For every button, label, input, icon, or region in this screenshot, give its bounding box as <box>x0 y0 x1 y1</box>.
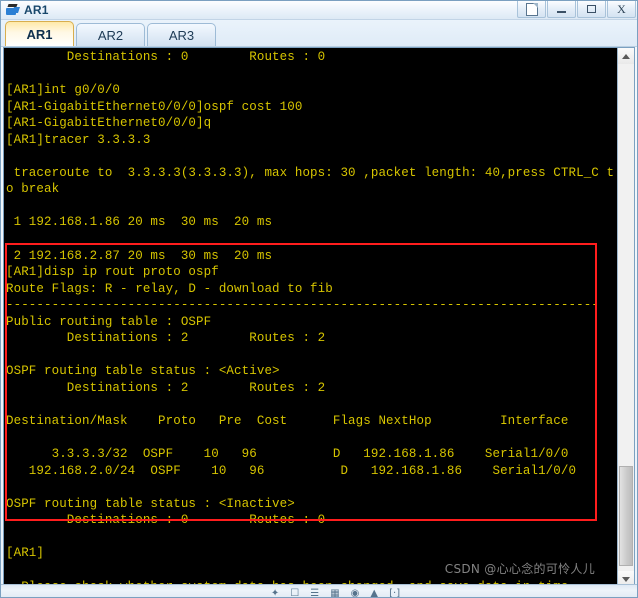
terminal-line: [AR1]int g0/0/0 <box>6 83 121 98</box>
terminal-line: Destinations : 2 Routes : 2 <box>6 331 326 346</box>
terminal-line: Destination/Mask Proto Pre Cost Flags Ne… <box>6 414 569 429</box>
globe-icon[interactable]: ◉ <box>351 589 360 598</box>
tab-label: AR2 <box>97 27 124 43</box>
terminal-line: [AR1-GigabitEthernet0/0/0]ospf cost 100 <box>6 99 303 114</box>
tab-strip: AR1 AR2 AR3 <box>1 20 637 47</box>
minimize-icon <box>557 10 566 13</box>
console-area: Destinations : 0 Routes : 0 [AR1]int g0/0… <box>3 47 635 587</box>
terminal-line: Route Flags: R - relay, D - download to … <box>6 281 333 296</box>
terminal-line: ----------------------------------------… <box>6 298 599 313</box>
terminal-line: [AR1]disp ip rout proto ospf <box>6 265 219 280</box>
list-icon[interactable]: ☰ <box>310 589 319 598</box>
maximize-icon <box>587 5 596 13</box>
sparkle-icon[interactable]: ✦ <box>271 589 279 598</box>
terminal-line: Destinations : 2 Routes : 2 <box>6 380 326 395</box>
csdn-watermark: CSDN @心心念的可怜人儿 <box>444 562 595 577</box>
minimize-button[interactable] <box>547 1 576 18</box>
brackets-icon[interactable]: [·] <box>389 589 400 598</box>
up-icon[interactable]: ▲ <box>370 589 378 598</box>
vertical-scrollbar[interactable] <box>617 48 634 587</box>
tab-label: AR1 <box>26 26 53 42</box>
scrollbar-thumb[interactable] <box>619 466 633 566</box>
grid-icon[interactable]: ▦ <box>330 589 339 598</box>
terminal-line: 1 192.168.1.86 20 ms 30 ms 20 ms <box>6 215 273 230</box>
title-bar: AR1 X <box>1 1 637 20</box>
restore-button[interactable] <box>517 1 546 18</box>
terminal-line: [AR1-GigabitEthernet0/0/0]q <box>6 116 212 131</box>
close-button[interactable]: X <box>607 1 636 18</box>
router-icon <box>6 3 20 17</box>
maximize-button[interactable] <box>577 1 606 18</box>
terminal-line: o break <box>6 182 60 197</box>
terminal-line: 3.3.3.3/32 OSPF 10 96 D 192.168.1.86 Ser… <box>6 447 569 462</box>
tab-ar3[interactable]: AR3 <box>147 23 216 46</box>
terminal-line: traceroute to 3.3.3.3(3.3.3.3), max hops… <box>6 165 615 180</box>
terminal-line: OSPF routing table status : <Inactive> <box>6 496 295 511</box>
bottom-toolbar: ✦ ☐ ☰ ▦ ◉ ▲ [·] <box>1 584 637 597</box>
tab-ar1[interactable]: AR1 <box>5 21 74 46</box>
ensp-console-window: AR1 X AR1 AR2 AR3 Destinations: 0 Route… <box>0 0 638 598</box>
close-icon: X <box>617 2 626 16</box>
terminal-line: Public routing table : OSPF <box>6 314 212 329</box>
tab-label: AR3 <box>168 27 195 43</box>
window-controls: X <box>517 1 636 18</box>
scroll-up-arrow-icon[interactable] <box>618 48 634 64</box>
terminal-line: [AR1] <box>6 546 45 561</box>
terminal-line: OSPF routing table status : <Active> <box>6 364 280 379</box>
terminal-line: [AR1]tracer 3.3.3.3 <box>6 132 151 147</box>
terminal-line: 192.168.2.0/24 OSPF 10 96 D 192.168.1.86… <box>6 463 577 478</box>
note-icon[interactable]: ☐ <box>290 589 299 598</box>
tab-ar2[interactable]: AR2 <box>76 23 145 46</box>
window-title: AR1 <box>24 2 49 17</box>
restore-icon <box>525 2 538 16</box>
terminal-line: 2 192.168.2.87 20 ms 30 ms 20 ms <box>6 248 273 263</box>
terminal-line: Destinations : 0 Routes : 0 <box>6 513 326 528</box>
terminal-output[interactable]: Destinations : 0 Routes : 0 [AR1]int g0/0… <box>4 48 617 587</box>
terminal-line: Destinations : 0 Routes : 0 <box>6 50 326 64</box>
